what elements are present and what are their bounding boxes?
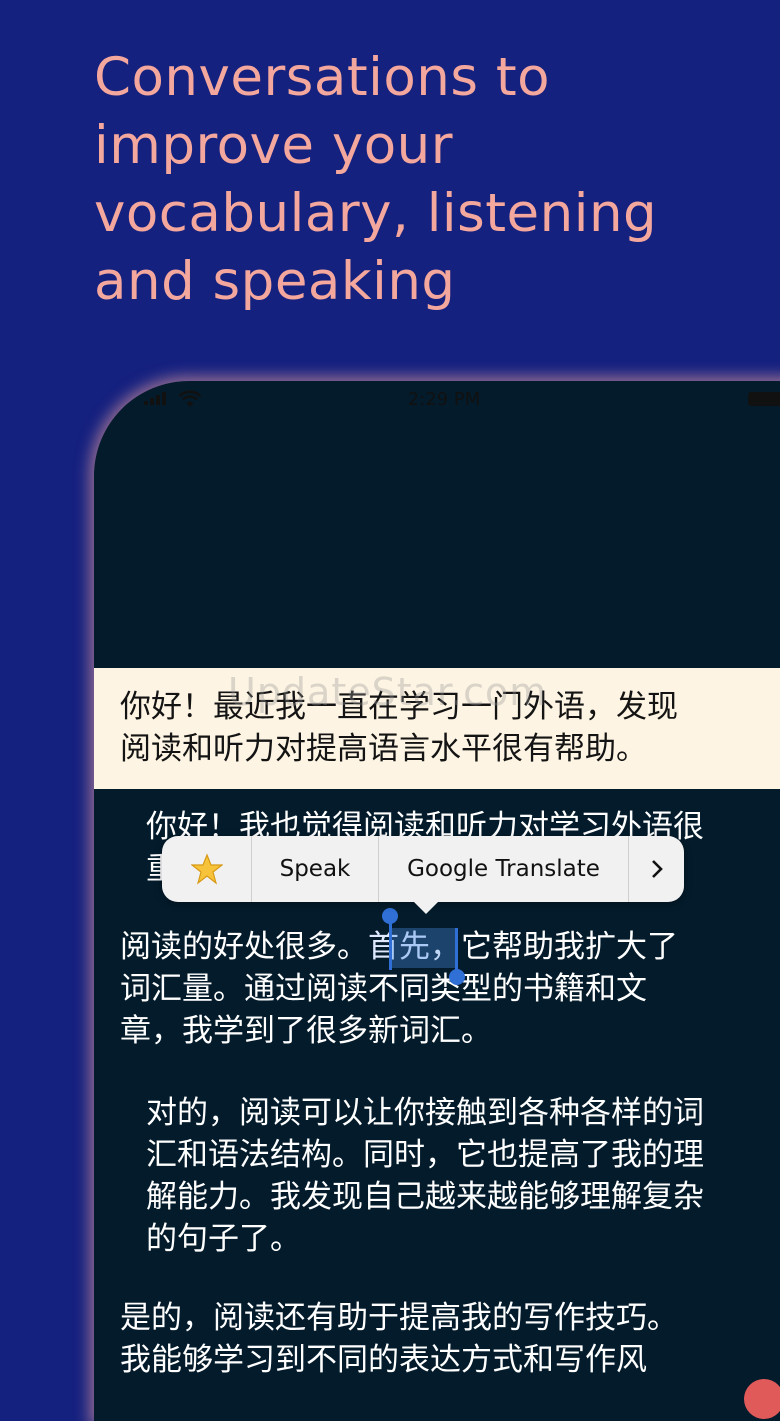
status-time: 2:29 PM (407, 389, 481, 410)
message-5[interactable]: 是的，阅读还有助于提高我的写作技巧。 我能够学习到不同的表达方式和写作风 (120, 1297, 678, 1381)
headline-line-4: and speaking (94, 251, 456, 312)
text-context-menu: Speak Google Translate (162, 836, 684, 902)
message-3-line-2: 词汇量。通过阅读不同类型的书籍和文 (120, 971, 647, 1007)
message-4-line-3: 解能力。我发现自己越来越能够理解复杂 (146, 1179, 704, 1215)
google-translate-button[interactable]: Google Translate (379, 836, 629, 902)
headline-line-2: improve your (94, 115, 454, 176)
headline: Conversations to improve your vocabulary… (94, 44, 734, 316)
selection-start-handle[interactable] (382, 908, 398, 924)
notification-dot (744, 1379, 780, 1419)
context-menu-pointer (412, 900, 440, 914)
more-options-button[interactable] (629, 836, 684, 902)
message-4[interactable]: 对的，阅读可以让你接触到各种各样的词 汇和语法结构。同时，它也提高了我的理 解能… (146, 1092, 704, 1260)
selection-start-handle-bar[interactable] (389, 918, 392, 970)
message-5-line-2: 我能够学习到不同的表达方式和写作风 (120, 1342, 647, 1378)
battery-icon (748, 392, 780, 406)
message-5-line-1: 是的，阅读还有助于提高我的写作技巧。 (120, 1300, 678, 1336)
message-4-line-4: 的句子了。 (146, 1221, 301, 1257)
watermark: UpdateStar.com (228, 670, 548, 714)
text-selection-highlight (391, 928, 457, 968)
headline-line-1: Conversations to (94, 47, 551, 108)
message-3-line-1-suffix: ，它帮助我扩大了 (430, 929, 678, 965)
speak-button[interactable]: Speak (252, 836, 379, 902)
message-4-line-1: 对的，阅读可以让你接触到各种各样的词 (146, 1095, 704, 1131)
headline-line-3: vocabulary, listening (94, 183, 658, 244)
message-1-line-2: 阅读和听力对提高语言水平很有帮助。 (120, 731, 647, 767)
message-3-line-3: 章，我学到了很多新词汇。 (120, 1013, 492, 1049)
chevron-right-icon (651, 860, 663, 878)
selection-end-handle[interactable] (449, 969, 465, 985)
star-icon (190, 853, 223, 885)
message-4-line-2: 汇和语法结构。同时，它也提高了我的理 (146, 1137, 704, 1173)
message-3-line-1-prefix: 阅读的好处很多。 (120, 929, 368, 965)
favorite-button[interactable] (162, 836, 252, 902)
